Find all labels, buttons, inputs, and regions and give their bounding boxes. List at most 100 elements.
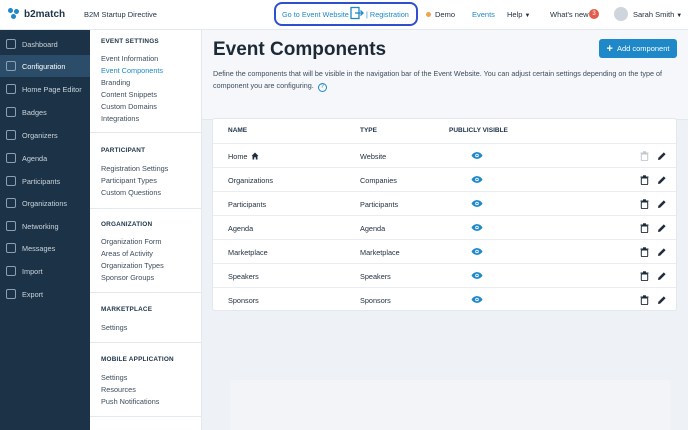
- subnav-item-organization-form[interactable]: Organization Form: [101, 237, 161, 246]
- subnav-item-push-notifications[interactable]: Push Notifications: [101, 397, 159, 406]
- pencil-icon[interactable]: [657, 199, 667, 209]
- plus-icon: +: [606, 42, 613, 55]
- sidebar-item-messages[interactable]: Messages: [0, 237, 90, 259]
- pencil-icon[interactable]: [657, 295, 667, 305]
- registration-link[interactable]: | Registration: [366, 10, 409, 19]
- demo-status[interactable]: Demo: [426, 10, 455, 19]
- component-type: Website: [360, 152, 387, 161]
- table-row[interactable]: Organizations Companies: [213, 167, 678, 191]
- eye-icon[interactable]: [471, 151, 483, 160]
- component-name: Marketplace: [228, 248, 268, 257]
- user-menu[interactable]: Sarah Smith ▼: [633, 10, 682, 19]
- trash-icon[interactable]: [640, 175, 649, 185]
- sidebar-item-label: Home Page Editor: [22, 84, 82, 94]
- subnav-item-organization-types[interactable]: Organization Types: [101, 261, 164, 270]
- import-icon: [6, 266, 16, 276]
- nav-events-link[interactable]: Events: [472, 10, 495, 19]
- calendar-icon: [6, 153, 16, 163]
- page-description-text: Define the components that will be visib…: [213, 69, 662, 90]
- sidebar-item-label: Dashboard: [22, 39, 58, 49]
- trash-icon[interactable]: [640, 247, 649, 257]
- table-row[interactable]: Sponsors Sponsors: [213, 287, 678, 311]
- b2match-logo[interactable]: b2match: [8, 8, 65, 20]
- subnav-item-custom-questions[interactable]: Custom Questions: [101, 188, 161, 197]
- sidebar-item-dashboard[interactable]: Dashboard: [0, 33, 90, 55]
- pencil-icon[interactable]: [657, 247, 667, 257]
- subnav-item-participant-types[interactable]: Participant Types: [101, 176, 157, 185]
- component-name: Speakers: [228, 272, 259, 281]
- section-heading-mobile-application: MOBILE APPLICATION: [101, 356, 174, 363]
- logo-mark-icon: [8, 8, 20, 20]
- sidebar-item-agenda[interactable]: Agenda: [0, 147, 90, 169]
- demo-dot-icon: [426, 12, 431, 17]
- component-type: Speakers: [360, 272, 391, 281]
- sidebar-item-networking[interactable]: Networking: [0, 215, 90, 237]
- sidebar-item-label: Agenda: [22, 153, 48, 163]
- sidebar: Dashboard Configuration Home Page Editor…: [0, 30, 90, 430]
- subnav-item-content-snippets[interactable]: Content Snippets: [101, 90, 157, 99]
- subnav-item-event-information[interactable]: Event Information: [101, 54, 158, 63]
- eye-icon[interactable]: [471, 223, 483, 232]
- table-row[interactable]: Speakers Speakers: [213, 263, 678, 287]
- sidebar-item-organizers[interactable]: Organizers: [0, 124, 90, 146]
- event-name: B2M Startup Directive: [84, 10, 157, 19]
- pencil-icon[interactable]: [657, 151, 667, 161]
- sidebar-item-home-page-editor[interactable]: Home Page Editor: [0, 78, 90, 100]
- subnav-item-event-components[interactable]: Event Components: [101, 66, 163, 75]
- demo-label: Demo: [435, 10, 456, 19]
- eye-icon[interactable]: [471, 199, 483, 208]
- sidebar-item-participants[interactable]: Participants: [0, 170, 90, 192]
- export-icon: [6, 289, 16, 299]
- subnav-item-custom-domains[interactable]: Custom Domains: [101, 102, 157, 111]
- envelope-icon: [6, 243, 16, 253]
- subnav-item-integrations[interactable]: Integrations: [101, 114, 139, 123]
- sidebar-item-organizations[interactable]: Organizations: [0, 192, 90, 214]
- sidebar-item-configuration[interactable]: Configuration: [0, 55, 90, 77]
- chevron-down-icon: ▼: [524, 13, 531, 19]
- sidebar-item-label: Messages: [22, 243, 56, 253]
- trash-icon[interactable]: [640, 295, 649, 305]
- subnav-item-areas-of-activity[interactable]: Areas of Activity: [101, 249, 153, 258]
- trash-icon[interactable]: [640, 199, 649, 209]
- sidebar-item-import[interactable]: Import: [0, 260, 90, 282]
- sidebar-item-label: Configuration: [22, 61, 66, 71]
- trash-icon[interactable]: [640, 271, 649, 281]
- eye-icon[interactable]: [471, 295, 483, 304]
- components-table: NAME TYPE PUBLICLY VISIBLE Home Website …: [212, 118, 678, 311]
- trash-icon[interactable]: [640, 223, 649, 233]
- eye-icon[interactable]: [471, 247, 483, 256]
- divider: [90, 208, 202, 209]
- sidebar-item-badges[interactable]: Badges: [0, 101, 90, 123]
- pencil-icon[interactable]: [657, 223, 667, 233]
- avatar[interactable]: [614, 7, 628, 21]
- external-link-icon: [350, 6, 364, 20]
- add-component-button[interactable]: + Add component: [599, 39, 677, 58]
- subnav-item-sponsor-groups[interactable]: Sponsor Groups: [101, 273, 154, 282]
- nav-help-menu[interactable]: Help ▼: [507, 10, 530, 19]
- notification-count-badge: 3: [589, 9, 599, 19]
- divider: [90, 342, 202, 343]
- table-row[interactable]: Participants Participants: [213, 191, 678, 215]
- eye-icon[interactable]: [471, 271, 483, 280]
- table-row[interactable]: Agenda Agenda: [213, 215, 678, 239]
- whats-new-link[interactable]: What's new: [550, 10, 589, 19]
- subnav-item-branding[interactable]: Branding: [101, 78, 130, 87]
- sidebar-item-export[interactable]: Export: [0, 283, 90, 305]
- table-row[interactable]: Home Website: [213, 143, 678, 167]
- help-icon[interactable]: ?: [317, 83, 327, 92]
- subnav-item-mobile-settings[interactable]: Settings: [101, 373, 127, 382]
- pencil-icon[interactable]: [657, 271, 667, 281]
- pencil-icon[interactable]: [657, 175, 667, 185]
- eye-icon[interactable]: [471, 175, 483, 184]
- go-to-event-website-link[interactable]: Go to Event Website: [282, 10, 349, 19]
- page-header: Event Components Define the components t…: [202, 30, 688, 120]
- browser-icon: [6, 84, 16, 94]
- table-row[interactable]: Marketplace Marketplace: [213, 239, 678, 263]
- component-name: Home: [228, 152, 259, 161]
- column-header-type: TYPE: [360, 127, 377, 134]
- subnav-item-resources[interactable]: Resources: [101, 385, 136, 394]
- subnav-item-registration-settings[interactable]: Registration Settings: [101, 164, 168, 173]
- subnav-item-marketplace-settings[interactable]: Settings: [101, 323, 127, 332]
- home-icon: [251, 152, 259, 160]
- add-component-label: Add component: [616, 44, 670, 53]
